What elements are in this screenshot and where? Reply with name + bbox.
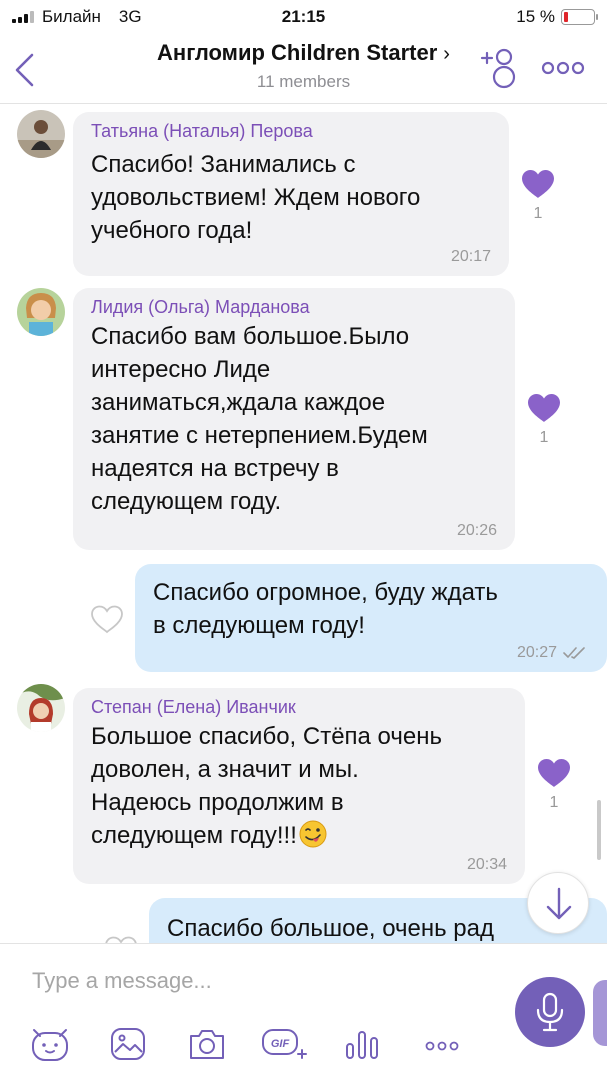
message-bubble[interactable]: Татьяна (Наталья) Перова Спасибо! Занима…: [73, 112, 509, 276]
more-options-icon[interactable]: [540, 56, 586, 80]
arrow-down-icon: [546, 887, 572, 920]
message-line: следующем году.: [91, 488, 282, 515]
message-line: в следующем году!: [153, 612, 365, 639]
add-member-icon[interactable]: [478, 46, 518, 90]
message-time-text: 20:27: [516, 644, 557, 661]
message-line: доволен, а значит и мы.: [91, 756, 359, 783]
heart-filled-icon: [522, 170, 554, 198]
double-check-icon: [563, 647, 585, 659]
chevron-right-icon: ›: [443, 43, 450, 65]
avatar[interactable]: [17, 684, 65, 732]
chat-header: Англомир Children Starter › 11 members: [0, 34, 607, 104]
like-count: 1: [533, 205, 543, 222]
message-composer: GIF: [0, 943, 607, 1080]
like-indicator[interactable]: 1: [534, 758, 574, 812]
message-line: Спасибо огромное, буду ждать: [153, 579, 498, 606]
heart-outline-icon[interactable]: [90, 604, 124, 634]
heart-filled-icon: [528, 394, 560, 422]
message-line: Спасибо вам большое.Было: [91, 323, 410, 350]
side-panel-edge[interactable]: [593, 980, 607, 1046]
message-time: 20:17: [451, 248, 491, 266]
like-indicator[interactable]: 1: [524, 393, 564, 447]
message-bubble-outgoing[interactable]: Спасибо огромное, буду ждать в следующем…: [135, 564, 607, 672]
avatar[interactable]: [17, 110, 65, 158]
sender-name[interactable]: Лидия (Ольга) Марданова: [91, 296, 497, 318]
battery-percent: 15 %: [516, 7, 555, 26]
battery-fill: [564, 12, 568, 22]
like-count: 1: [539, 429, 549, 446]
message-text: Спасибо вам большое.Было интересно Лиде …: [91, 320, 497, 518]
message-line: Большое спасибо, Стёпа очень: [91, 723, 442, 750]
message-time-text: 20:17: [450, 248, 491, 265]
message-line-text: следующем году!!!: [91, 822, 297, 849]
sticker-icon[interactable]: [28, 1024, 72, 1064]
message-text: Спасибо большое, очень рад: [167, 912, 589, 943]
heart-filled-icon: [538, 759, 570, 787]
sender-name[interactable]: Татьяна (Наталья) Перова: [91, 120, 491, 142]
voice-bars-icon[interactable]: [340, 1024, 384, 1064]
status-right: 15 %: [516, 7, 598, 27]
heart-outline-icon[interactable]: [104, 935, 138, 943]
avatar[interactable]: [17, 288, 65, 336]
message-time: 20:34: [467, 856, 507, 874]
message-line: следующем году!!!: [91, 819, 507, 857]
message-bubble[interactable]: Степан (Елена) Иванчик Большое спасибо, …: [73, 688, 525, 884]
message-line: надеятся на встречу в: [91, 455, 339, 482]
scroll-to-bottom-button[interactable]: [527, 872, 589, 934]
message-time: 20:27: [517, 644, 589, 662]
status-bar: Билайн 3G 21:15 15 %: [0, 0, 607, 34]
message-line: Спасибо большое, очень рад: [167, 915, 494, 942]
message-input[interactable]: [32, 964, 472, 998]
winking-tongue-emoji: [299, 820, 327, 857]
chat-title[interactable]: Англомир Children Starter: [157, 40, 437, 65]
message-bubble[interactable]: Лидия (Ольга) Марданова Спасибо вам боль…: [73, 288, 515, 550]
message-line: интересно Лиде: [91, 356, 271, 383]
message-text: Большое спасибо, Стёпа очень доволен, а …: [91, 720, 507, 857]
gif-icon[interactable]: GIF: [260, 1024, 307, 1064]
message-time-text: 20:34: [466, 856, 507, 873]
gif-label: GIF: [271, 1038, 290, 1050]
battery-icon: [561, 9, 598, 25]
message-line: удовольствием! Ждем нового: [91, 184, 421, 211]
gallery-icon[interactable]: [106, 1024, 150, 1064]
more-icon[interactable]: [420, 1024, 464, 1064]
message-line: учебного года!: [91, 217, 253, 244]
voice-record-button[interactable]: [515, 977, 585, 1047]
microphone-icon: [536, 992, 564, 1032]
scrollbar[interactable]: [597, 800, 601, 860]
message-line: Спасибо! Занимались с: [91, 151, 356, 178]
message-line: Надеюсь продолжим в: [91, 789, 344, 816]
chat-message-list[interactable]: Татьяна (Наталья) Перова Спасибо! Занима…: [0, 105, 607, 943]
message-text: Спасибо огромное, буду ждать в следующем…: [153, 576, 589, 642]
like-indicator[interactable]: 1: [518, 169, 558, 223]
message-line: занятие с нетерпением.Будем: [91, 422, 428, 449]
message-time-text: 20:26: [456, 522, 497, 539]
like-count: 1: [549, 794, 559, 811]
sender-name[interactable]: Степан (Елена) Иванчик: [91, 696, 507, 718]
message-line: заниматься,ждала каждое: [91, 389, 386, 416]
message-text: Спасибо! Занимались с удовольствием! Жде…: [91, 148, 491, 247]
camera-icon[interactable]: [185, 1024, 229, 1064]
message-time: 20:26: [457, 522, 497, 540]
